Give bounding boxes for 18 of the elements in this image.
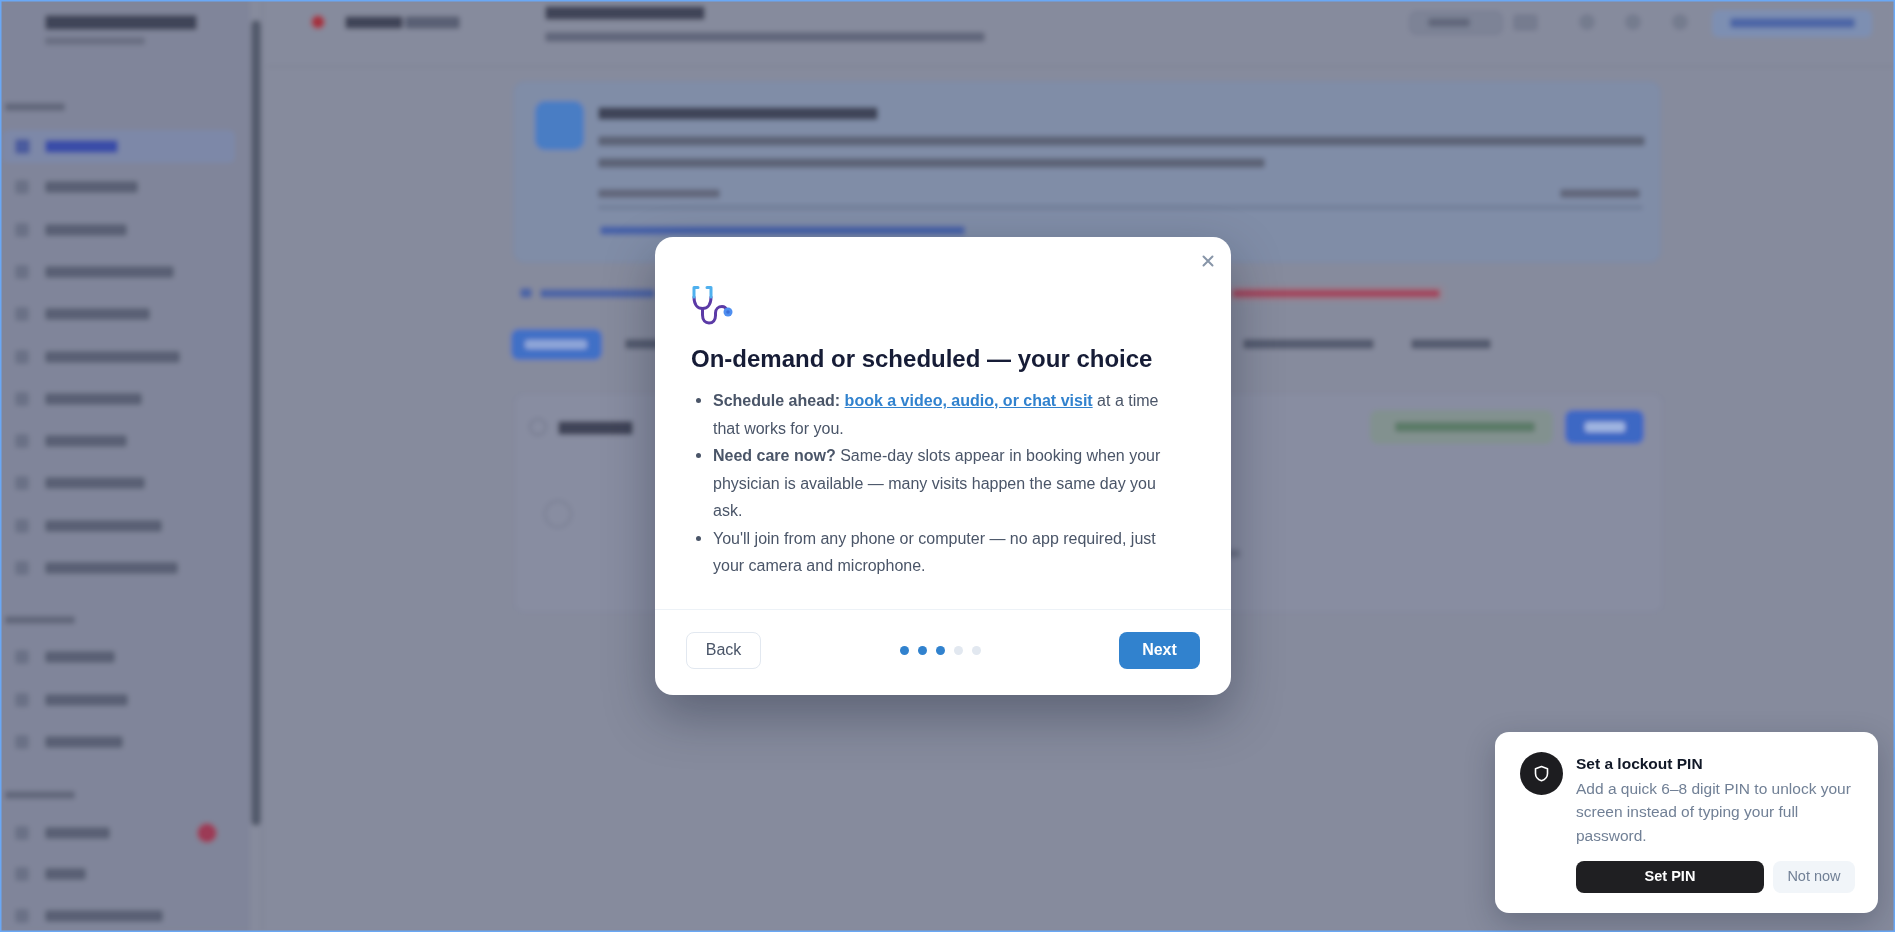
close-icon bbox=[1202, 255, 1214, 268]
bullet-icon bbox=[696, 398, 701, 404]
stethoscope-icon bbox=[691, 285, 733, 326]
list-item-text: You'll join from any phone or computer — no app required, just your camera and microphone. bbox=[713, 528, 1157, 577]
toast-message: Add a quick 6–8 digit PIN to unlock your screen instead of typing your full password. bbox=[1576, 778, 1852, 846]
bullet-icon bbox=[696, 453, 701, 459]
set-pin-button[interactable]: Set PIN bbox=[1576, 861, 1764, 893]
list-item-text: Need care now? Same-day slots appear in booking when your physician is available — many visits happen the same day you ask. bbox=[713, 446, 1162, 522]
close-button[interactable] bbox=[1202, 255, 1214, 268]
toast-title: Set a lockout PIN bbox=[1576, 753, 1704, 774]
list-item-text: Schedule ahead: book a video, audio, or chat visit at a time that works for you. bbox=[713, 391, 1160, 439]
next-button[interactable]: Next bbox=[1119, 631, 1200, 669]
not-now-button[interactable]: Not now bbox=[1773, 861, 1855, 893]
shield-icon bbox=[1520, 751, 1563, 795]
bullet-icon bbox=[696, 535, 701, 541]
back-button[interactable]: Back bbox=[686, 631, 761, 669]
visit-link[interactable]: book a video, audio, or chat visit bbox=[844, 392, 1093, 410]
dialog-title: On-demand or scheduled — your choice bbox=[691, 344, 1154, 375]
